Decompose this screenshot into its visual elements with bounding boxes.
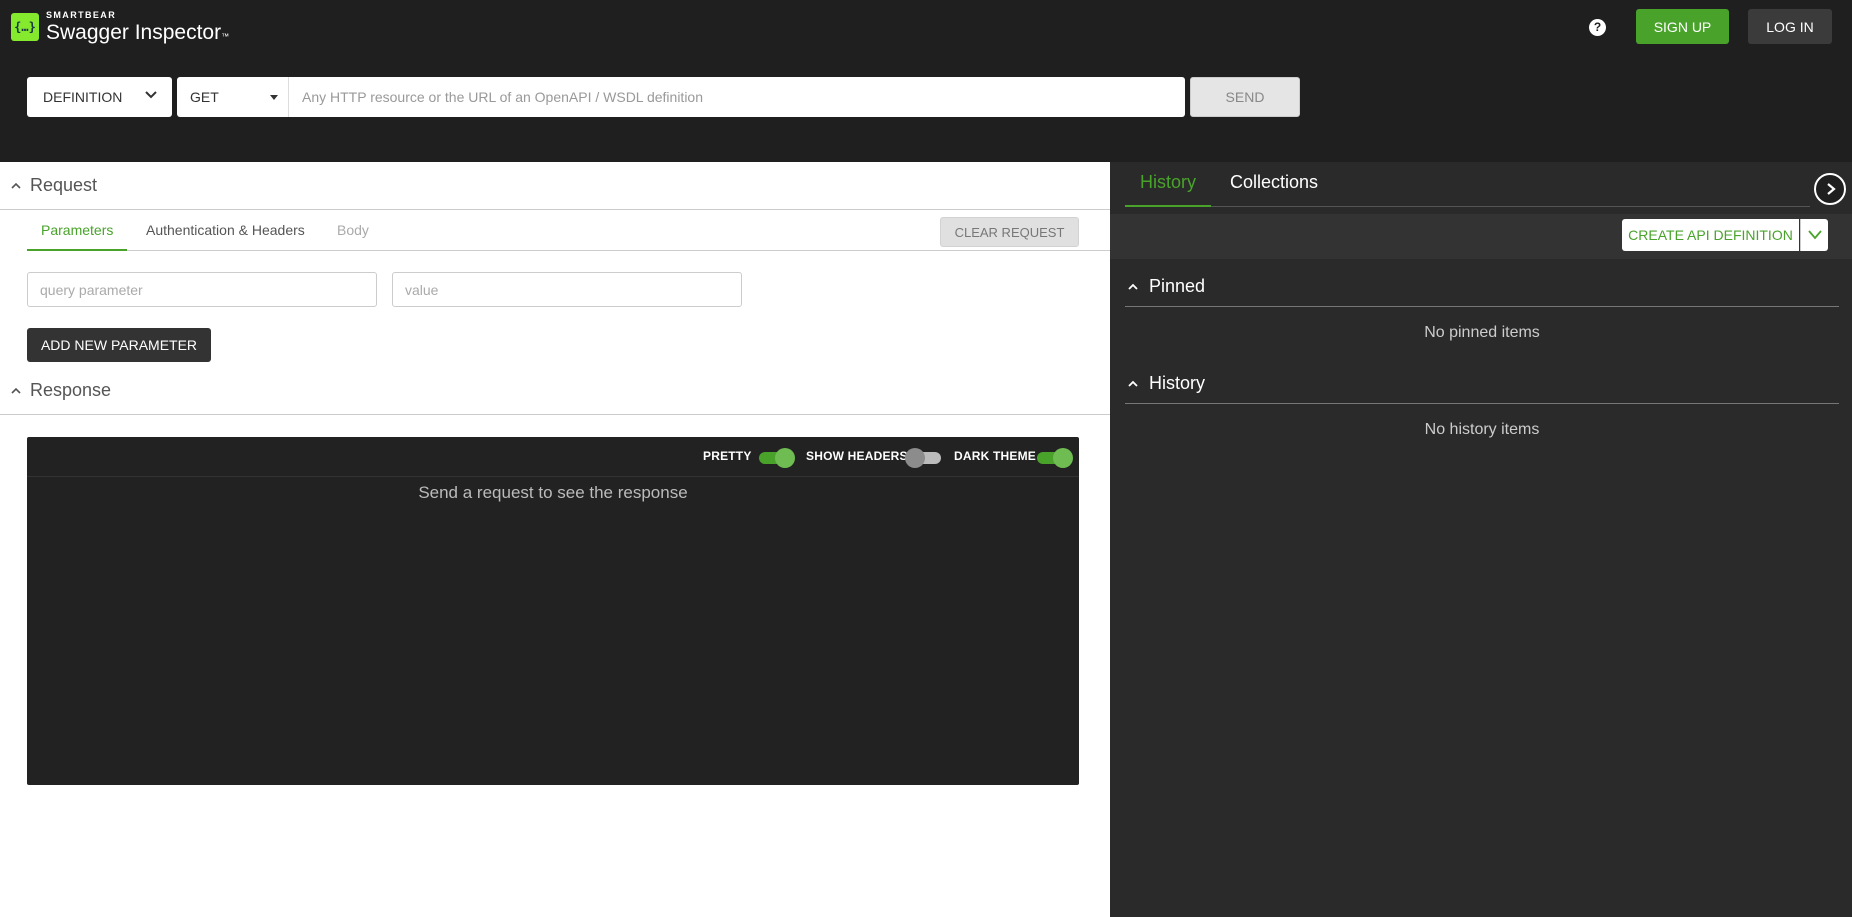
sidebar-toolbar: CREATE API DEFINITION: [1110, 214, 1852, 259]
response-toolbar: PRETTY SHOW HEADERS DARK THEME: [27, 437, 1079, 477]
show-headers-toggle[interactable]: [905, 447, 941, 468]
top-bar: {…} SMARTBEAR Swagger Inspector™ ? SIGN …: [0, 0, 1852, 162]
logo-brand: SMARTBEAR: [46, 10, 117, 20]
create-api-definition-button[interactable]: CREATE API DEFINITION: [1622, 219, 1799, 251]
chevron-right-icon: [1827, 183, 1836, 195]
help-icon[interactable]: ?: [1589, 19, 1606, 36]
swagger-logo[interactable]: {…} SMARTBEAR Swagger Inspector™: [11, 11, 229, 43]
request-tabs: Parameters Authentication & Headers Body…: [27, 210, 1110, 251]
request-section-header[interactable]: Request: [0, 162, 1110, 210]
mode-select-value: DEFINITION: [43, 89, 123, 105]
caret-down-icon: [270, 95, 278, 100]
collapse-panel-button[interactable]: [1814, 173, 1846, 205]
chevron-up-icon: [1128, 380, 1138, 387]
tab-parameters[interactable]: Parameters: [27, 210, 128, 251]
send-button[interactable]: SEND: [1190, 77, 1300, 117]
sign-up-button[interactable]: SIGN UP: [1636, 9, 1729, 44]
log-in-button[interactable]: LOG IN: [1748, 9, 1832, 44]
method-select-value: GET: [190, 89, 219, 105]
history-section-header[interactable]: History: [1125, 364, 1839, 404]
swagger-logo-icon: {…}: [11, 13, 39, 41]
chevron-up-icon: [11, 387, 21, 394]
pretty-toggle[interactable]: [757, 447, 795, 468]
pinned-empty-message: No pinned items: [1424, 324, 1540, 341]
dark-theme-label: DARK THEME: [954, 449, 1036, 463]
pretty-label: PRETTY: [703, 449, 752, 463]
tab-body[interactable]: Body: [323, 210, 383, 251]
response-empty-message: Send a request to see the response: [418, 483, 688, 502]
method-select[interactable]: GET: [177, 77, 289, 117]
create-api-definition-dropdown[interactable]: [1800, 219, 1828, 251]
request-title: Request: [30, 175, 98, 195]
pinned-section-header[interactable]: Pinned: [1125, 267, 1839, 307]
tab-collections[interactable]: Collections: [1215, 162, 1333, 207]
history-empty-message: No history items: [1424, 421, 1540, 438]
chevron-up-icon: [1128, 283, 1138, 290]
query-parameter-input[interactable]: [27, 272, 377, 307]
history-title: History: [1149, 373, 1206, 393]
response-title: Response: [30, 380, 112, 400]
url-input[interactable]: [289, 77, 1185, 117]
request-panel: Request Parameters Authentication & Head…: [0, 162, 1110, 917]
history-panel: History Collections CREATE API DEFINITIO…: [1110, 162, 1852, 917]
pinned-title: Pinned: [1149, 276, 1206, 296]
chevron-down-icon: [145, 91, 157, 99]
tab-history[interactable]: History: [1125, 162, 1212, 207]
dark-theme-toggle[interactable]: [1035, 447, 1073, 468]
clear-request-button[interactable]: CLEAR REQUEST: [940, 217, 1079, 247]
parameter-value-input[interactable]: [392, 272, 742, 307]
mode-select[interactable]: DEFINITION: [27, 77, 172, 117]
tab-authentication-headers[interactable]: Authentication & Headers: [132, 210, 319, 251]
chevron-up-icon: [11, 182, 21, 189]
response-section-header[interactable]: Response: [0, 367, 1110, 415]
chevron-down-icon: [1808, 230, 1822, 240]
show-headers-label: SHOW HEADERS: [806, 449, 908, 463]
add-new-parameter-button[interactable]: ADD NEW PARAMETER: [27, 328, 211, 362]
response-viewer: PRETTY SHOW HEADERS DARK THEME Send a re…: [27, 437, 1079, 785]
logo-product: Swagger Inspector™: [46, 21, 230, 44]
sidebar-tabs: History Collections: [1125, 162, 1810, 207]
